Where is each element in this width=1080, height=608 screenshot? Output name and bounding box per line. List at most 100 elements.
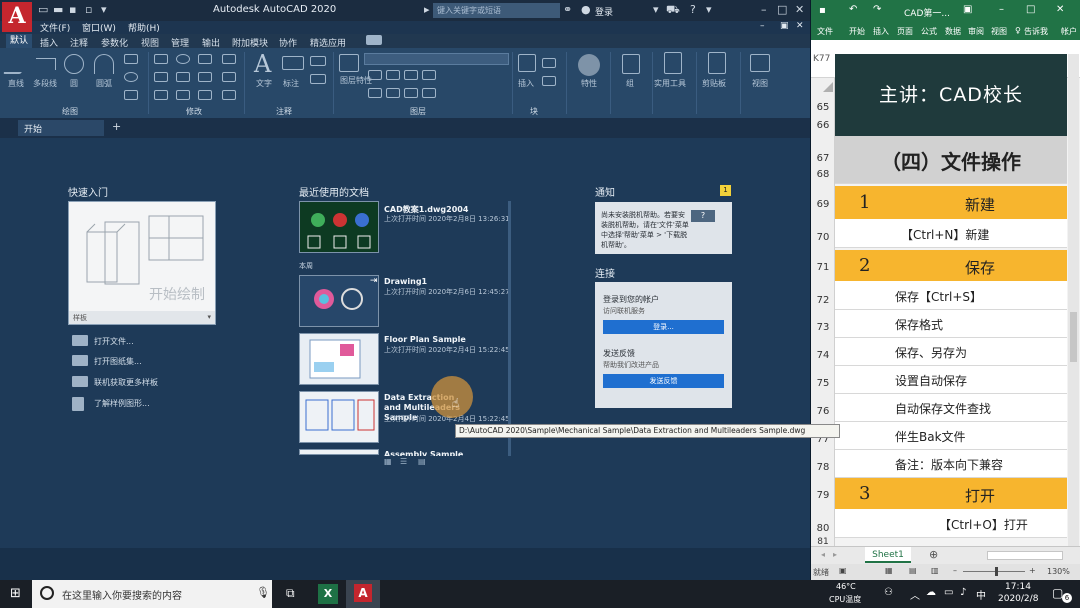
properties-icon[interactable] <box>578 54 600 76</box>
copy-icon[interactable] <box>154 72 168 82</box>
section-heading-row[interactable]: （四）文件操作 <box>835 136 1067 184</box>
hatch-icon[interactable] <box>124 90 138 100</box>
layer-icon[interactable] <box>386 70 400 80</box>
network-icon[interactable]: ▭ <box>944 587 953 598</box>
zoom-in-icon[interactable]: + <box>1029 566 1036 575</box>
array-icon[interactable] <box>198 90 212 100</box>
tool-circle[interactable]: 圆 <box>70 78 78 89</box>
recent-name-2[interactable]: Drawing1 <box>384 277 427 286</box>
notification-count[interactable]: 6 <box>1062 593 1072 603</box>
xl-tab-account[interactable]: 帐户 <box>1061 26 1077 37</box>
list-item[interactable]: 保存、另存为 <box>835 338 1067 366</box>
panel-modify-label[interactable]: 修改 <box>186 106 202 117</box>
people-icon[interactable]: ⚇ <box>884 587 893 598</box>
leader-icon[interactable] <box>310 56 326 66</box>
autocad-taskbar-button[interactable]: A <box>346 580 380 608</box>
xl-tab-formulas[interactable]: 公式 <box>921 26 937 37</box>
ime-icon[interactable]: 中 <box>976 587 986 602</box>
edit-block-icon[interactable] <box>542 76 556 86</box>
list-item[interactable]: 保存格式 <box>835 310 1067 338</box>
explode-icon[interactable] <box>222 72 236 82</box>
tool-clipboard[interactable]: 剪贴板 <box>702 78 726 89</box>
menu-help[interactable]: 帮助(H) <box>128 21 160 34</box>
scroll-thumb[interactable] <box>1070 312 1077 362</box>
new-file-icon[interactable]: ▭ <box>38 4 50 16</box>
list-item[interactable]: 【Ctrl+N】新建 <box>835 220 1067 248</box>
row-number[interactable]: 79 <box>811 490 835 501</box>
sheet-prev-icon[interactable]: ◂ <box>821 550 825 559</box>
tool-text[interactable]: 文字 <box>256 78 272 89</box>
minimize-icon[interactable]: – <box>761 4 773 16</box>
xl-tab-data[interactable]: 数据 <box>945 26 961 37</box>
tool-arc[interactable]: 圆弧 <box>96 78 112 89</box>
rotate-icon[interactable] <box>176 54 190 64</box>
task-view-icon[interactable]: ⧉ <box>286 586 295 601</box>
layer-icon[interactable] <box>404 88 418 98</box>
layer-icon[interactable] <box>422 88 436 98</box>
excel-minimize-icon[interactable]: – <box>999 4 1004 15</box>
sample-drawings-link[interactable]: 了解样例图形... <box>94 398 150 409</box>
tool-utilities[interactable]: 实用工具 <box>654 78 686 89</box>
cart-icon[interactable]: ⛟ <box>666 4 680 16</box>
row-number[interactable]: 73 <box>811 322 835 333</box>
undo-icon[interactable]: ↶ <box>849 4 857 15</box>
tool-group[interactable]: 组 <box>626 78 634 89</box>
excel-save-icon[interactable]: ▪ <box>819 5 826 16</box>
open-file-link[interactable]: 打开文件... <box>94 336 134 347</box>
layer-icon[interactable] <box>368 70 382 80</box>
redo-icon[interactable]: ↷ <box>873 4 881 15</box>
taskbar-search[interactable]: 在这里输入你要搜索的内容 🎙 <box>32 580 272 608</box>
template-thumbnail[interactable]: 开始绘制 样板 ▾ <box>68 201 216 325</box>
banner-cell[interactable]: 主讲：CAD校长 <box>835 54 1067 136</box>
excel-taskbar-icon[interactable]: X <box>318 584 338 604</box>
chevron-down-icon[interactable]: ▾ <box>207 313 211 321</box>
clipboard-icon[interactable] <box>708 52 726 74</box>
row-number[interactable]: 76 <box>811 406 835 417</box>
row-number[interactable]: 69 <box>811 199 835 210</box>
view-list-icon[interactable]: ☰ <box>400 457 407 466</box>
erase-icon[interactable] <box>222 54 236 64</box>
row-number[interactable]: 75 <box>811 378 835 389</box>
layer-icon[interactable] <box>386 88 400 98</box>
text-tool-icon[interactable]: A <box>254 50 271 78</box>
xl-tell-me[interactable]: 告诉我 <box>1024 26 1048 37</box>
doc-minimize-icon[interactable]: – <box>760 21 765 31</box>
panel-annotate-label[interactable]: 注释 <box>276 106 292 117</box>
row-number[interactable]: 74 <box>811 350 835 361</box>
list-item[interactable]: 设置自动保存 <box>835 366 1067 394</box>
tab-default[interactable]: 默认 <box>6 34 33 48</box>
table-icon[interactable] <box>310 74 326 84</box>
binoculars-icon[interactable]: ⚭ <box>563 4 575 16</box>
tab-start[interactable]: 开始 <box>18 120 104 136</box>
excel-close-icon[interactable]: ✕ <box>1056 4 1064 15</box>
open-sheetset-link[interactable]: 打开图纸集... <box>94 356 142 367</box>
add-sheet-icon[interactable]: ⊕ <box>929 548 938 561</box>
search-input[interactable]: 键入关键字或短语 <box>433 3 560 18</box>
view-icon[interactable] <box>750 54 770 72</box>
panel-layers-label[interactable]: 图层 <box>410 106 426 117</box>
zoom-out-icon[interactable]: – <box>953 566 957 575</box>
xl-tab-file[interactable]: 文件 <box>817 26 833 37</box>
list-item[interactable]: 自动保存文件查找 <box>835 394 1067 422</box>
view-detail-icon[interactable]: ▤ <box>418 457 426 466</box>
list-item[interactable]: 保存【Ctrl+S】 <box>835 282 1067 310</box>
feedback-button[interactable]: 发送反馈 <box>603 374 724 388</box>
rectangle-icon[interactable] <box>124 54 138 64</box>
login-link[interactable]: 登录 <box>595 5 613 18</box>
xl-tab-page[interactable]: 页面 <box>897 26 913 37</box>
layer-dropdown[interactable] <box>364 53 509 65</box>
doc-restore-icon[interactable]: ▣ <box>780 21 789 31</box>
list-item[interactable]: 伴生Bak文件 <box>835 422 1067 450</box>
stretch-icon[interactable] <box>154 90 168 100</box>
maximize-icon[interactable]: □ <box>777 4 789 16</box>
layer-properties-icon[interactable] <box>339 54 359 72</box>
layer-icon[interactable] <box>422 70 436 80</box>
page-layout-icon[interactable]: ▤ <box>909 566 917 575</box>
excel-vertical-scrollbar[interactable] <box>1068 54 1079 546</box>
help-icon[interactable]: ? <box>690 4 702 16</box>
page-break-icon[interactable]: ▥ <box>931 566 939 575</box>
scale-icon[interactable] <box>176 90 190 100</box>
microphone-icon[interactable]: 🎙 <box>256 586 270 599</box>
view-large-icon[interactable]: ▦ <box>384 457 392 466</box>
quick-access-dropdown-icon[interactable]: ▾ <box>101 4 113 16</box>
